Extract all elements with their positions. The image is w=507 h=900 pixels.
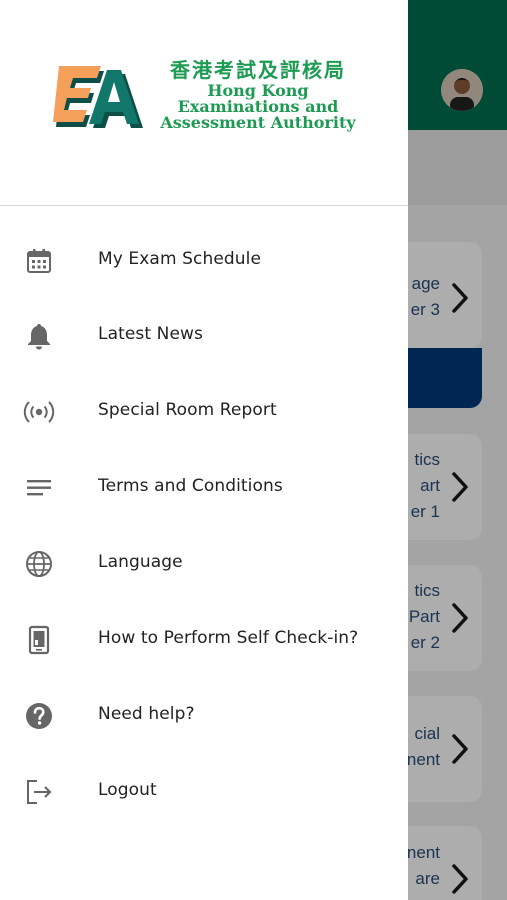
- help-circle-icon: [24, 701, 54, 731]
- menu-item-exam-schedule[interactable]: My Exam Schedule: [0, 227, 408, 291]
- phone-checkin-icon: [24, 625, 54, 655]
- globe-icon: [24, 549, 54, 579]
- menu-item-special-room-report[interactable]: Special Room Report: [0, 378, 408, 442]
- navigation-drawer: 香港考試及評核局 Hong Kong Examinations and Asse…: [0, 0, 408, 900]
- menu-item-label: Logout: [98, 780, 157, 800]
- hkeaa-logo-icon: [53, 66, 143, 128]
- bell-icon: [24, 321, 54, 351]
- drawer-header: 香港考試及評核局 Hong Kong Examinations and Asse…: [0, 0, 408, 206]
- menu-item-language[interactable]: Language: [0, 530, 408, 594]
- menu-item-label: Special Room Report: [98, 400, 277, 420]
- broadcast-icon: [20, 397, 58, 427]
- menu-item-label: How to Perform Self Check-in?: [98, 628, 359, 648]
- calendar-icon: [24, 246, 54, 276]
- menu-item-need-help[interactable]: Need help?: [0, 682, 408, 746]
- menu-item-terms[interactable]: Terms and Conditions: [0, 454, 408, 518]
- menu-item-label: Need help?: [98, 704, 195, 724]
- list-lines-icon: [24, 473, 54, 503]
- menu-item-latest-news[interactable]: Latest News: [0, 302, 408, 366]
- brand-name: 香港考試及評核局 Hong Kong Examinations and Asse…: [152, 58, 364, 131]
- menu-item-logout[interactable]: Logout: [0, 758, 408, 822]
- brand-name-en-line3: Assessment Authority: [160, 113, 356, 132]
- menu-item-label: Terms and Conditions: [98, 476, 283, 496]
- menu-item-label: Latest News: [98, 324, 203, 344]
- logout-icon: [24, 777, 54, 807]
- menu-item-self-check-in[interactable]: How to Perform Self Check-in?: [0, 606, 408, 670]
- menu-item-label: My Exam Schedule: [98, 249, 262, 269]
- brand-name-zh: 香港考試及評核局: [170, 58, 346, 82]
- menu-item-label: Language: [98, 552, 183, 572]
